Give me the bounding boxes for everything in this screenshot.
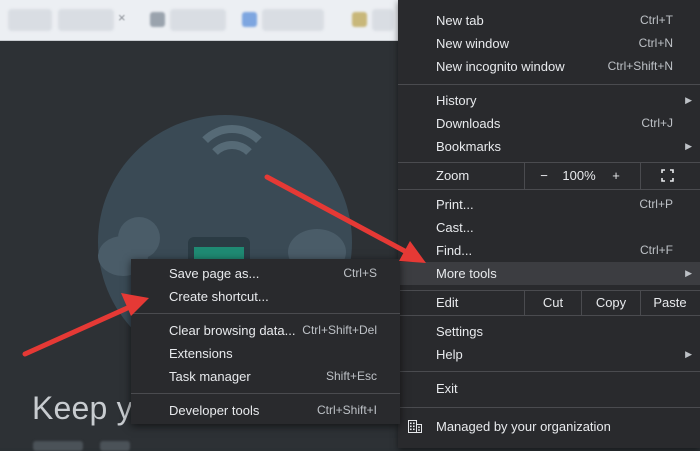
edit-label: Edit [436, 295, 459, 310]
bookmark-item[interactable] [58, 9, 114, 31]
zoom-in-button[interactable]: + [604, 163, 628, 189]
managed-label: Managed by your organization [436, 419, 611, 434]
menu-item-new-tab[interactable]: New tab Ctrl+T [398, 9, 700, 32]
submenu-arrow-icon: ▶ [685, 95, 692, 105]
submenu-arrow-icon: ▶ [685, 141, 692, 151]
bookmark-item[interactable] [8, 9, 52, 31]
submenu-item-extensions[interactable]: Extensions [131, 342, 400, 365]
menu-item-shortcut: Ctrl+N [638, 36, 673, 50]
submenu-item-clear-browsing-data[interactable]: Clear browsing data... Ctrl+Shift+Del [131, 319, 400, 342]
zoom-divider [524, 163, 525, 189]
menu-item-label: Developer tools [169, 403, 260, 418]
submenu-item-create-shortcut[interactable]: Create shortcut... [131, 285, 400, 308]
bookmark-item[interactable] [372, 9, 394, 31]
site-icon [242, 12, 257, 27]
menu-separator [398, 371, 700, 372]
menu-item-exit[interactable]: Exit [398, 377, 700, 400]
submenu-arrow-icon: ▶ [685, 268, 692, 278]
fullscreen-icon[interactable] [661, 169, 674, 182]
menu-item-label: History [436, 93, 477, 108]
zoom-label: Zoom [436, 168, 470, 183]
zoom-divider [640, 163, 641, 189]
menu-item-history[interactable]: History ▶ [398, 89, 700, 112]
menu-item-label: Extensions [169, 346, 233, 361]
bookmark-item[interactable] [262, 9, 324, 31]
menu-separator [398, 84, 700, 85]
managed-by-organization[interactable]: Managed by your organization [398, 413, 700, 440]
menu-item-label: New tab [436, 13, 484, 28]
paste-button[interactable]: Paste [640, 291, 699, 315]
menu-item-more-tools[interactable]: More tools ▶ [398, 262, 700, 285]
menu-item-shortcut: Ctrl+J [641, 116, 673, 130]
cut-button[interactable]: Cut [524, 291, 581, 315]
menu-item-label: Find... [436, 243, 473, 258]
menu-item-shortcut: Ctrl+Shift+Del [302, 323, 377, 337]
close-icon[interactable]: × [118, 11, 130, 24]
chrome-main-menu: New tab Ctrl+T New window Ctrl+N New inc… [398, 0, 700, 448]
menu-item-shortcut: Ctrl+T [640, 13, 673, 27]
menu-item-shortcut: Shift+Esc [325, 369, 377, 383]
menu-item-settings[interactable]: Settings [398, 320, 700, 343]
cloud-shape [118, 217, 160, 259]
menu-separator [398, 189, 700, 190]
zoom-level: 100% [562, 168, 596, 183]
menu-item-label: Exit [436, 381, 458, 396]
zoom-row: Zoom − 100% + [398, 163, 700, 189]
menu-item-label: Create shortcut... [169, 289, 269, 304]
menu-item-label: Settings [436, 324, 483, 339]
menu-item-print[interactable]: Print... Ctrl+P [398, 193, 700, 216]
menu-item-label: Clear browsing data... [169, 323, 296, 338]
submenu-arrow-icon: ▶ [685, 349, 692, 359]
menu-item-cast[interactable]: Cast... [398, 216, 700, 239]
site-icon [352, 12, 367, 27]
menu-item-label: Print... [436, 197, 474, 212]
menu-item-downloads[interactable]: Downloads Ctrl+J [398, 112, 700, 135]
submenu-item-task-manager[interactable]: Task manager Shift+Esc [131, 365, 400, 388]
menu-item-label: Help [436, 347, 463, 362]
menu-item-label: Save page as... [169, 266, 260, 281]
menu-item-find[interactable]: Find... Ctrl+F [398, 239, 700, 262]
menu-item-new-incognito-window[interactable]: New incognito window Ctrl+Shift+N [398, 55, 700, 78]
wifi-icon [204, 141, 260, 197]
site-icon [150, 12, 165, 27]
building-icon [408, 420, 422, 433]
menu-separator [131, 313, 400, 314]
menu-item-help[interactable]: Help ▶ [398, 343, 700, 366]
blurred-text [33, 441, 83, 451]
menu-item-shortcut: Ctrl+F [640, 243, 673, 257]
blurred-text [100, 441, 130, 451]
menu-item-label: Cast... [436, 220, 474, 235]
menu-item-new-window[interactable]: New window Ctrl+N [398, 32, 700, 55]
menu-item-shortcut: Ctrl+Shift+N [607, 59, 673, 73]
edit-row: Edit Cut Copy Paste [398, 291, 700, 315]
menu-item-label: More tools [436, 266, 497, 281]
submenu-item-save-page[interactable]: Save page as... Ctrl+S [131, 262, 400, 285]
menu-item-label: Task manager [169, 369, 251, 384]
menu-item-label: Downloads [436, 116, 501, 131]
submenu-item-developer-tools[interactable]: Developer tools Ctrl+Shift+I [131, 399, 400, 422]
menu-item-bookmarks[interactable]: Bookmarks ▶ [398, 135, 700, 158]
menu-item-label: New window [436, 36, 509, 51]
menu-item-label: New incognito window [436, 59, 565, 74]
copy-button[interactable]: Copy [581, 291, 640, 315]
zoom-out-button[interactable]: − [532, 163, 556, 189]
menu-separator [398, 315, 700, 316]
menu-separator [131, 393, 400, 394]
menu-item-shortcut: Ctrl+P [639, 197, 673, 211]
menu-item-shortcut: Ctrl+Shift+I [316, 403, 377, 417]
menu-item-shortcut: Ctrl+S [343, 266, 377, 280]
menu-separator [398, 407, 700, 408]
bookmark-item[interactable] [170, 9, 226, 31]
more-tools-submenu: Save page as... Ctrl+S Create shortcut..… [131, 259, 400, 424]
menu-item-label: Bookmarks [436, 139, 502, 154]
